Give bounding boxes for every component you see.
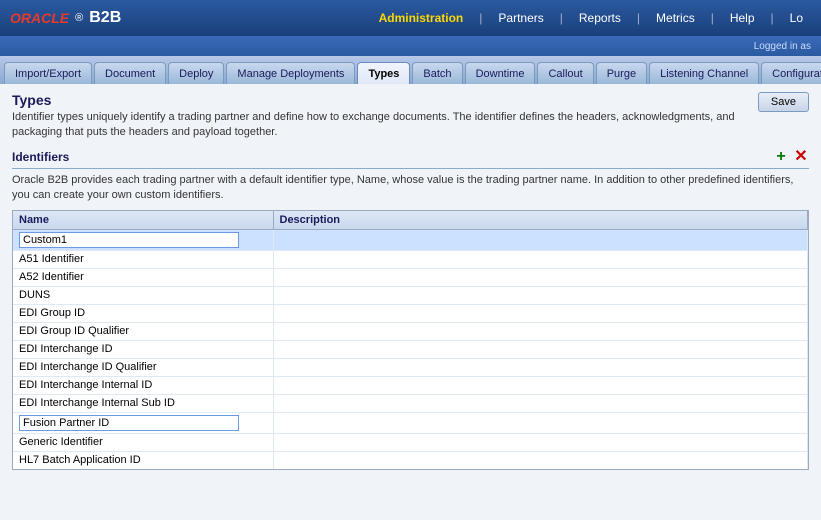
page-title: Types — [12, 92, 758, 108]
tab-configuration[interactable]: Configuration — [761, 62, 821, 84]
identifier-name-cell[interactable]: DUNS — [13, 286, 273, 304]
tab-deploy[interactable]: Deploy — [168, 62, 224, 84]
table-row[interactable]: HL7 Batch Application ID — [13, 451, 808, 469]
table-row[interactable]: EDI Group ID Qualifier — [13, 322, 808, 340]
identifier-description-cell[interactable] — [273, 286, 808, 304]
identifier-name-cell[interactable]: HL7 Batch Application ID — [13, 451, 273, 469]
identifier-description-cell[interactable] — [273, 340, 808, 358]
table-row[interactable]: EDI Interchange ID — [13, 340, 808, 358]
identifiers-description: Oracle B2B provides each trading partner… — [12, 173, 809, 204]
logo-separator: ® — [75, 12, 83, 24]
table-row[interactable]: EDI Interchange Internal ID — [13, 376, 808, 394]
identifier-description-cell[interactable] — [273, 412, 808, 433]
identifier-description-cell[interactable] — [273, 394, 808, 412]
identifier-name-cell[interactable]: EDI Group ID Qualifier — [13, 322, 273, 340]
nav-metrics[interactable]: Metrics — [648, 11, 703, 25]
identifiers-table-container[interactable]: Name Description A51 IdentifierA52 Ident… — [12, 210, 809, 470]
column-header-description: Description — [273, 211, 808, 230]
identifier-name-cell[interactable] — [13, 412, 273, 433]
table-row[interactable]: A51 Identifier — [13, 250, 808, 268]
tab-document[interactable]: Document — [94, 62, 166, 84]
b2b-logo: B2B — [89, 9, 121, 27]
identifiers-title: Identifiers — [12, 150, 69, 164]
table-row[interactable]: DUNS — [13, 286, 808, 304]
identifiers-table: Name Description A51 IdentifierA52 Ident… — [13, 211, 808, 470]
tab-purge[interactable]: Purge — [596, 62, 647, 84]
identifier-name-cell[interactable]: EDI Interchange Internal Sub ID — [13, 394, 273, 412]
identifier-name-input[interactable] — [19, 232, 239, 248]
tab-callout[interactable]: Callout — [537, 62, 593, 84]
add-identifier-button[interactable]: + — [773, 149, 789, 165]
tab-manage-deployments[interactable]: Manage Deployments — [226, 62, 355, 84]
save-button[interactable]: Save — [758, 92, 809, 112]
tab-bar: Import/Export Document Deploy Manage Dep… — [0, 56, 821, 84]
tab-listening-channel[interactable]: Listening Channel — [649, 62, 759, 84]
identifier-description-cell[interactable] — [273, 268, 808, 286]
identifier-name-cell[interactable]: EDI Interchange ID Qualifier — [13, 358, 273, 376]
page-header: Types Identifier types uniquely identify… — [12, 92, 809, 141]
main-content: Types Identifier types uniquely identify… — [0, 84, 821, 520]
nav-partners[interactable]: Partners — [490, 11, 551, 25]
identifier-name-input[interactable] — [19, 415, 239, 431]
login-bar: Logged in as — [0, 36, 821, 56]
identifier-name-cell[interactable]: EDI Interchange Internal ID — [13, 376, 273, 394]
table-row[interactable]: Generic Identifier — [13, 433, 808, 451]
oracle-logo: ORACLE — [10, 10, 69, 26]
table-row[interactable] — [13, 412, 808, 433]
tab-types[interactable]: Types — [357, 62, 410, 84]
identifier-description-cell[interactable] — [273, 250, 808, 268]
tab-import-export[interactable]: Import/Export — [4, 62, 92, 84]
table-row[interactable] — [13, 229, 808, 250]
logo-area: ORACLE ® B2B — [10, 9, 121, 27]
identifier-description-cell[interactable] — [273, 376, 808, 394]
identifier-name-cell[interactable]: A51 Identifier — [13, 250, 273, 268]
identifier-description-cell[interactable] — [273, 469, 808, 470]
table-row[interactable]: HL7 Batch Application Universal ID — [13, 469, 808, 470]
page-title-area: Types Identifier types uniquely identify… — [12, 92, 758, 141]
identifier-description-cell[interactable] — [273, 304, 808, 322]
page-description: Identifier types uniquely identify a tra… — [12, 110, 758, 141]
identifier-description-cell[interactable] — [273, 229, 808, 250]
action-icons: + ✕ — [773, 149, 809, 165]
identifier-description-cell[interactable] — [273, 451, 808, 469]
top-bar: ORACLE ® B2B Administration | Partners |… — [0, 0, 821, 36]
nav-logout[interactable]: Lo — [782, 11, 811, 25]
identifier-name-cell[interactable] — [13, 229, 273, 250]
nav-reports[interactable]: Reports — [571, 11, 629, 25]
logged-in-text: Logged in as — [754, 41, 811, 52]
identifier-name-cell[interactable]: Generic Identifier — [13, 433, 273, 451]
top-nav-links: Administration | Partners | Reports | Me… — [371, 11, 811, 25]
remove-identifier-button[interactable]: ✕ — [793, 149, 809, 165]
tab-downtime[interactable]: Downtime — [465, 62, 536, 84]
table-header-row: Name Description — [13, 211, 808, 230]
identifier-name-cell[interactable]: EDI Interchange ID — [13, 340, 273, 358]
identifiers-section-header: Identifiers + ✕ — [12, 149, 809, 169]
tab-batch[interactable]: Batch — [412, 62, 462, 84]
identifier-description-cell[interactable] — [273, 322, 808, 340]
table-row[interactable]: EDI Interchange ID Qualifier — [13, 358, 808, 376]
identifier-name-cell[interactable]: EDI Group ID — [13, 304, 273, 322]
column-header-name: Name — [13, 211, 273, 230]
table-row[interactable]: EDI Interchange Internal Sub ID — [13, 394, 808, 412]
identifier-description-cell[interactable] — [273, 358, 808, 376]
identifier-name-cell[interactable]: HL7 Batch Application Universal ID — [13, 469, 273, 470]
identifier-name-cell[interactable]: A52 Identifier — [13, 268, 273, 286]
nav-administration[interactable]: Administration — [371, 11, 472, 25]
nav-help[interactable]: Help — [722, 11, 763, 25]
table-row[interactable]: EDI Group ID — [13, 304, 808, 322]
table-row[interactable]: A52 Identifier — [13, 268, 808, 286]
identifier-description-cell[interactable] — [273, 433, 808, 451]
